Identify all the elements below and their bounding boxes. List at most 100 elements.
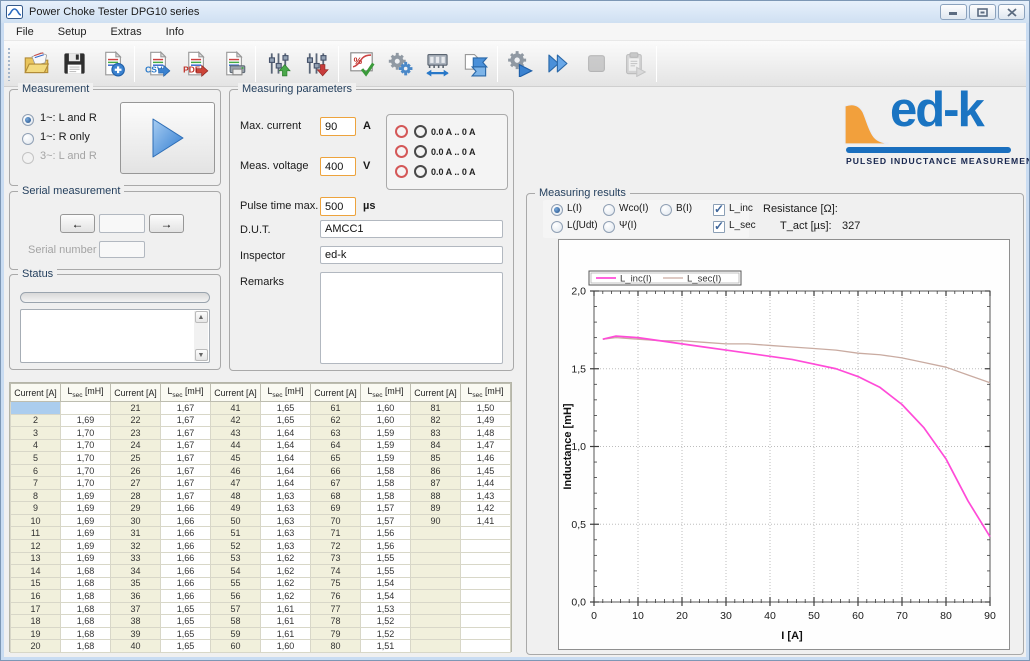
current-cell[interactable]: 82 bbox=[411, 414, 461, 427]
lsec-cell[interactable]: 1,62 bbox=[261, 577, 311, 590]
current-cell[interactable]: 77 bbox=[311, 602, 361, 615]
radio-1ph-l-and-r[interactable] bbox=[22, 114, 34, 126]
current-cell[interactable]: 9 bbox=[11, 502, 61, 515]
current-cell[interactable]: 86 bbox=[411, 464, 461, 477]
current-cell[interactable]: 34 bbox=[111, 565, 161, 578]
lsec-cell[interactable]: 1,65 bbox=[161, 640, 211, 653]
lsec-cell[interactable]: 1,65 bbox=[161, 627, 211, 640]
scroll-up-icon[interactable]: ▲ bbox=[195, 311, 208, 323]
lsec-cell[interactable] bbox=[461, 640, 511, 653]
lsec-cell[interactable]: 1,49 bbox=[461, 414, 511, 427]
save-parameters-button[interactable] bbox=[297, 44, 335, 84]
lsec-cell[interactable]: 1,45 bbox=[461, 464, 511, 477]
serial-next-button[interactable]: → bbox=[149, 214, 184, 233]
lsec-cell[interactable]: 1,56 bbox=[361, 540, 411, 553]
current-cell[interactable]: 78 bbox=[311, 615, 361, 628]
current-cell[interactable]: 3 bbox=[11, 427, 61, 440]
lsec-cell[interactable]: 1,51 bbox=[361, 640, 411, 653]
current-cell[interactable] bbox=[411, 627, 461, 640]
current-cell[interactable]: 65 bbox=[311, 452, 361, 465]
lsec-cell[interactable]: 1,70 bbox=[61, 464, 111, 477]
dut-input[interactable] bbox=[320, 220, 503, 238]
current-cell[interactable]: 15 bbox=[11, 577, 61, 590]
lsec-cell[interactable]: 1,52 bbox=[361, 615, 411, 628]
scroll-down-icon[interactable]: ▼ bbox=[195, 349, 208, 361]
radio-psi-of-i[interactable] bbox=[603, 221, 615, 233]
lsec-cell[interactable]: 1,61 bbox=[261, 615, 311, 628]
lsec-cell[interactable]: 1,60 bbox=[361, 414, 411, 427]
lsec-cell[interactable]: 1,66 bbox=[161, 577, 211, 590]
load-parameters-button[interactable] bbox=[259, 44, 297, 84]
current-cell[interactable]: 12 bbox=[11, 540, 61, 553]
lsec-cell[interactable]: 1,62 bbox=[261, 552, 311, 565]
current-cell[interactable]: 7 bbox=[11, 477, 61, 490]
current-cell[interactable]: 23 bbox=[111, 427, 161, 440]
lsec-cell[interactable]: 1,69 bbox=[61, 540, 111, 553]
lsec-cell[interactable]: 1,66 bbox=[161, 540, 211, 553]
current-cell[interactable]: 5 bbox=[11, 452, 61, 465]
lsec-cell[interactable]: 1,41 bbox=[461, 514, 511, 527]
lsec-cell[interactable] bbox=[461, 627, 511, 640]
current-cell[interactable]: 68 bbox=[311, 489, 361, 502]
status-log-box[interactable]: ▲ ▼ bbox=[20, 309, 210, 363]
current-cell[interactable] bbox=[411, 640, 461, 653]
inspector-input[interactable] bbox=[320, 246, 503, 264]
lsec-cell[interactable]: 1,58 bbox=[361, 489, 411, 502]
current-cell[interactable]: 44 bbox=[211, 439, 261, 452]
lsec-cell[interactable]: 1,58 bbox=[361, 464, 411, 477]
current-cell[interactable]: 16 bbox=[11, 590, 61, 603]
lsec-cell[interactable]: 1,67 bbox=[161, 439, 211, 452]
current-cell[interactable] bbox=[411, 602, 461, 615]
lsec-cell[interactable]: 1,47 bbox=[461, 439, 511, 452]
current-cell[interactable]: 61 bbox=[311, 402, 361, 415]
lsec-cell[interactable]: 1,53 bbox=[361, 602, 411, 615]
current-cell[interactable]: 42 bbox=[211, 414, 261, 427]
lsec-cell[interactable] bbox=[461, 615, 511, 628]
lsec-cell[interactable]: 1,70 bbox=[61, 439, 111, 452]
lsec-cell[interactable]: 1,46 bbox=[461, 452, 511, 465]
checkbox-l-sec[interactable] bbox=[713, 221, 725, 233]
current-cell[interactable] bbox=[411, 552, 461, 565]
current-cell[interactable]: 54 bbox=[211, 565, 261, 578]
start-button[interactable] bbox=[539, 44, 577, 84]
lsec-cell[interactable]: 1,67 bbox=[161, 402, 211, 415]
lsec-cell[interactable]: 1,55 bbox=[361, 552, 411, 565]
save-button[interactable] bbox=[55, 44, 93, 84]
settings-button[interactable] bbox=[380, 44, 418, 84]
export-csv-button[interactable]: CSV bbox=[138, 44, 176, 84]
lsec-cell[interactable]: 1,67 bbox=[161, 477, 211, 490]
current-cell[interactable]: 33 bbox=[111, 552, 161, 565]
lsec-cell[interactable]: 1,66 bbox=[161, 502, 211, 515]
meas-voltage-input[interactable] bbox=[320, 157, 356, 176]
lsec-cell[interactable]: 1,62 bbox=[261, 590, 311, 603]
current-cell[interactable]: 45 bbox=[211, 452, 261, 465]
current-cell[interactable]: 49 bbox=[211, 502, 261, 515]
menu-file[interactable]: File bbox=[4, 24, 46, 40]
current-cell[interactable]: 21 bbox=[111, 402, 161, 415]
lsec-cell[interactable]: 1,69 bbox=[61, 489, 111, 502]
current-cell[interactable]: 20 bbox=[11, 640, 61, 653]
lsec-cell[interactable]: 1,69 bbox=[61, 414, 111, 427]
current-cell[interactable]: 19 bbox=[11, 627, 61, 640]
menu-setup[interactable]: Setup bbox=[46, 24, 99, 40]
current-cell[interactable]: 83 bbox=[411, 427, 461, 440]
current-cell[interactable]: 81 bbox=[411, 402, 461, 415]
checkbox-l-inc[interactable] bbox=[713, 204, 725, 216]
lsec-cell[interactable]: 1,66 bbox=[161, 514, 211, 527]
lsec-cell[interactable]: 1,68 bbox=[61, 627, 111, 640]
lsec-cell[interactable]: 1,63 bbox=[261, 527, 311, 540]
lsec-cell[interactable]: 1,68 bbox=[61, 602, 111, 615]
current-cell[interactable]: 37 bbox=[111, 602, 161, 615]
current-cell[interactable]: 59 bbox=[211, 627, 261, 640]
radio-wco-of-i[interactable] bbox=[603, 204, 615, 216]
export-pdf-button[interactable]: PDF bbox=[176, 44, 214, 84]
lsec-cell[interactable]: 1,62 bbox=[261, 565, 311, 578]
lsec-cell[interactable] bbox=[461, 527, 511, 540]
lsec-cell[interactable]: 1,44 bbox=[461, 477, 511, 490]
radio-b-of-i[interactable] bbox=[660, 204, 672, 216]
current-cell[interactable]: 29 bbox=[111, 502, 161, 515]
lsec-cell[interactable]: 1,64 bbox=[261, 477, 311, 490]
lsec-cell[interactable]: 1,65 bbox=[161, 602, 211, 615]
lsec-cell[interactable]: 1,54 bbox=[361, 590, 411, 603]
lsec-cell[interactable] bbox=[461, 602, 511, 615]
